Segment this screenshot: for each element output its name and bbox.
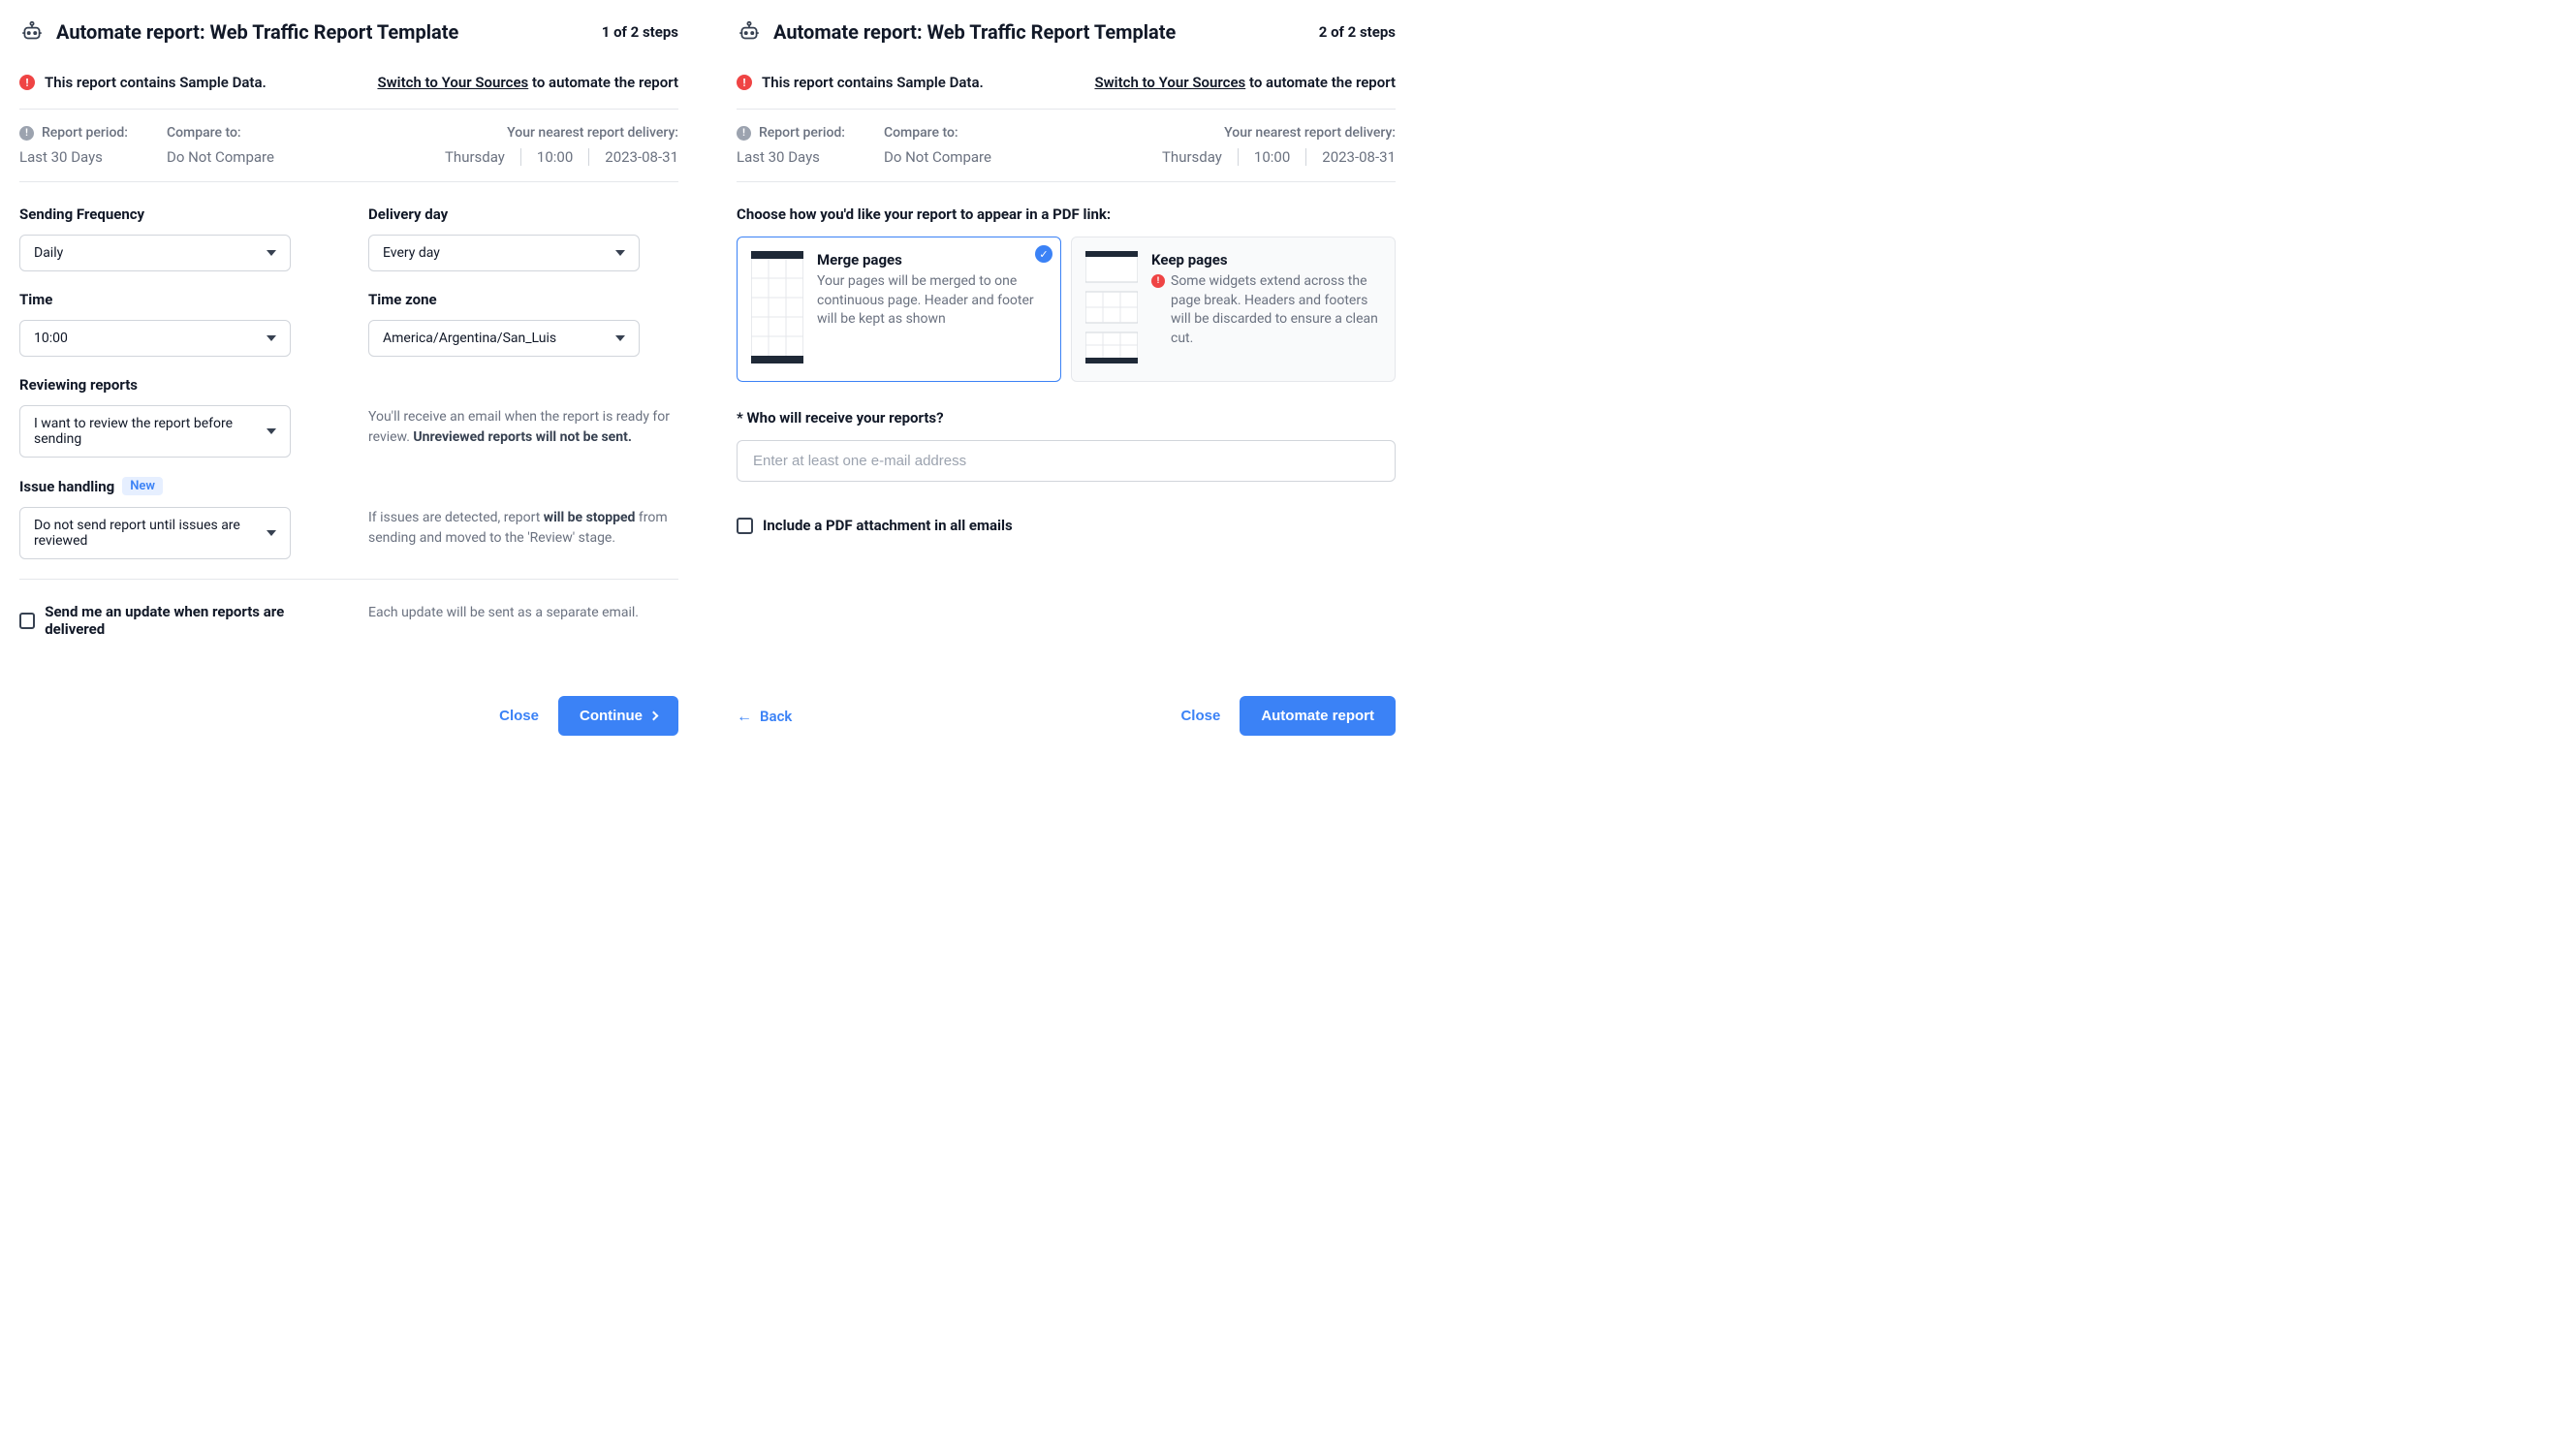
meta-row: ! Report period: Last 30 Days Compare to… <box>737 125 1396 182</box>
merge-desc: Your pages will be merged to one continu… <box>817 272 1047 330</box>
timezone-label: Time zone <box>368 291 678 308</box>
keep-pages-card[interactable]: Keep pages ! Some widgets extend across … <box>1071 237 1396 382</box>
compare-value: Do Not Compare <box>167 148 274 166</box>
page-title: Automate report: Web Traffic Report Temp… <box>773 20 1176 44</box>
info-icon: ! <box>19 126 34 141</box>
period-value: Last 30 Days <box>19 148 128 166</box>
merge-pages-card[interactable]: ✓ Merge pages Your pages wi <box>737 237 1061 382</box>
compare-value: Do Not Compare <box>884 148 991 166</box>
update-help: Each update will be sent as a separate e… <box>368 603 678 623</box>
reviewing-label: Reviewing reports <box>19 376 330 394</box>
delivery-time: 10:00 <box>521 148 589 166</box>
issue-handling-select[interactable]: Do not send report until issues are revi… <box>19 507 291 559</box>
delivery-time: 10:00 <box>1239 148 1306 166</box>
page-title: Automate report: Web Traffic Report Temp… <box>56 20 458 44</box>
pdf-attachment-checkbox[interactable] <box>737 518 753 534</box>
delivery-label: Your nearest report delivery: <box>1224 125 1396 141</box>
step1-panel: Automate report: Web Traffic Report Temp… <box>19 19 678 736</box>
recipients-label: * Who will receive your reports? <box>737 409 1396 426</box>
warning-icon: ! <box>19 75 35 90</box>
recipients-input[interactable] <box>737 440 1396 482</box>
robot-icon <box>737 19 762 45</box>
alert-text: This report contains Sample Data. <box>45 74 267 91</box>
back-button[interactable]: ← Back <box>737 707 792 726</box>
chevron-down-icon <box>267 250 276 256</box>
warning-icon: ! <box>737 75 752 90</box>
continue-button[interactable]: Continue <box>558 696 678 736</box>
header: Automate report: Web Traffic Report Temp… <box>19 19 678 45</box>
close-button[interactable]: Close <box>499 708 539 724</box>
warning-icon: ! <box>1151 274 1165 288</box>
step-indicator: 1 of 2 steps <box>602 23 678 41</box>
pdf-heading: Choose how you'd like your report to app… <box>737 205 1396 223</box>
step2-panel: Automate report: Web Traffic Report Temp… <box>737 19 1396 736</box>
update-checkbox-label: Send me an update when reports are deliv… <box>45 603 330 638</box>
meta-row: ! Report period: Last 30 Days Compare to… <box>19 125 678 182</box>
delivery-day: Thursday <box>445 148 521 166</box>
alert-suffix: to automate the report <box>1245 74 1396 91</box>
merge-title: Merge pages <box>817 251 1047 268</box>
chevron-down-icon <box>267 335 276 341</box>
alert-bar: ! This report contains Sample Data. Swit… <box>737 74 1396 110</box>
period-label: Report period: <box>42 125 128 141</box>
delivery-day-label: Delivery day <box>368 205 678 223</box>
frequency-label: Sending Frequency <box>19 205 330 223</box>
compare-label: Compare to: <box>884 125 991 141</box>
arrow-left-icon: ← <box>737 707 752 726</box>
automate-report-button[interactable]: Automate report <box>1240 696 1396 736</box>
check-icon: ✓ <box>1035 245 1052 263</box>
chevron-right-icon <box>649 711 659 721</box>
time-label: Time <box>19 291 330 308</box>
alert-text: This report contains Sample Data. <box>762 74 984 91</box>
alert-bar: ! This report contains Sample Data. Swit… <box>19 74 678 110</box>
compare-label: Compare to: <box>167 125 274 141</box>
chevron-down-icon <box>267 428 276 434</box>
switch-sources-link[interactable]: Switch to Your Sources <box>377 74 528 91</box>
alert-suffix: to automate the report <box>528 74 678 91</box>
frequency-select[interactable]: Daily <box>19 235 291 271</box>
step-indicator: 2 of 2 steps <box>1319 23 1396 41</box>
header: Automate report: Web Traffic Report Temp… <box>737 19 1396 45</box>
reviewing-select[interactable]: I want to review the report before sendi… <box>19 405 291 458</box>
robot-icon <box>19 19 45 45</box>
info-icon: ! <box>737 126 751 141</box>
chevron-down-icon <box>615 250 625 256</box>
issue-handling-help: If issues are detected, report will be s… <box>368 508 678 549</box>
chevron-down-icon <box>267 530 276 536</box>
update-checkbox[interactable] <box>19 613 35 629</box>
period-value: Last 30 Days <box>737 148 845 166</box>
delivery-label: Your nearest report delivery: <box>507 125 678 141</box>
chevron-down-icon <box>615 335 625 341</box>
time-select[interactable]: 10:00 <box>19 320 291 357</box>
delivery-date: 2023-08-31 <box>1306 148 1396 166</box>
keep-preview-icon <box>1085 251 1138 367</box>
timezone-select[interactable]: America/Argentina/San_Luis <box>368 320 640 357</box>
keep-desc: Some widgets extend across the page brea… <box>1171 272 1381 348</box>
delivery-day: Thursday <box>1162 148 1239 166</box>
new-badge: New <box>122 477 163 495</box>
pdf-attachment-label: Include a PDF attachment in all emails <box>763 517 1013 534</box>
delivery-day-select[interactable]: Every day <box>368 235 640 271</box>
period-label: Report period: <box>759 125 845 141</box>
close-button[interactable]: Close <box>1180 708 1220 724</box>
keep-title: Keep pages <box>1151 251 1381 268</box>
switch-sources-link[interactable]: Switch to Your Sources <box>1094 74 1245 91</box>
issue-handling-label: Issue handling New <box>19 477 330 495</box>
delivery-date: 2023-08-31 <box>589 148 678 166</box>
merge-preview-icon <box>751 251 803 367</box>
reviewing-help: You'll receive an email when the report … <box>368 407 678 448</box>
